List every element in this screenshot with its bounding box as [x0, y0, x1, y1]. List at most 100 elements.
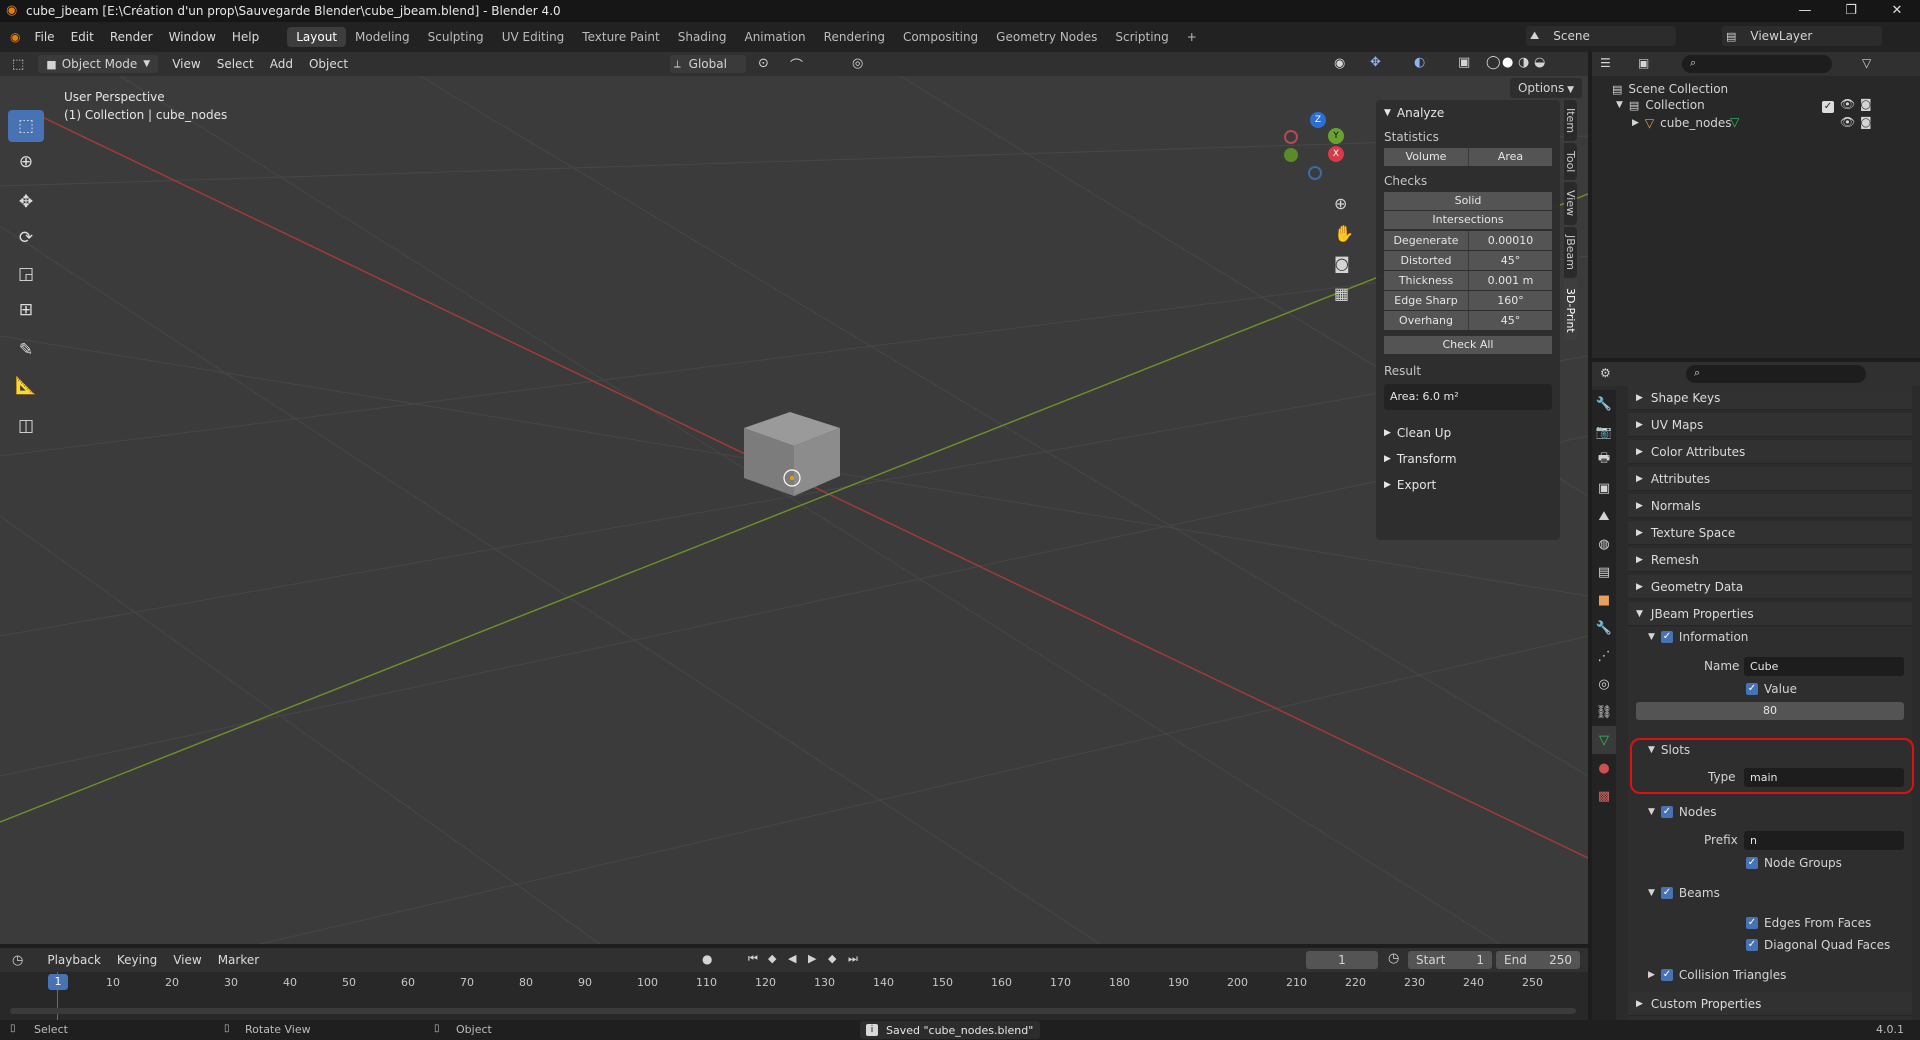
texture-space-panel[interactable]: ▶ Texture Space [1628, 521, 1912, 545]
menu-help[interactable]: Help [224, 30, 267, 44]
edge-sharp-row[interactable]: Edge Sharp 160° [1384, 291, 1552, 310]
beams-checkbox[interactable]: ✓ [1660, 887, 1673, 899]
workspace-tab-geometry-nodes[interactable]: Geometry Nodes [987, 27, 1106, 47]
clock-icon[interactable]: ◷ [1388, 951, 1399, 966]
outliner-editor-type-icon[interactable]: ☰ [1600, 56, 1611, 70]
beams-subpanel-header[interactable]: ▼ ✓ Beams [1648, 886, 1720, 900]
proportional-edit-icon[interactable]: ◎ [852, 56, 863, 71]
check-value[interactable]: 160° [1468, 291, 1552, 310]
workspace-tab-layout[interactable]: Layout [287, 27, 347, 47]
timeline-menu-marker[interactable]: Marker [210, 953, 267, 967]
color-attributes-panel[interactable]: ▶ Color Attributes [1628, 440, 1912, 464]
camera-icon[interactable]: ◙ [1860, 97, 1872, 111]
nodes-subpanel-header[interactable]: ▼ ✓ Nodes [1648, 805, 1717, 819]
scale-tool-icon[interactable]: ◲ [8, 258, 44, 290]
timeline-editor-type-icon[interactable]: ◷ [12, 953, 23, 968]
timeline-menu-keying[interactable]: Keying [109, 953, 165, 967]
options-dropdown[interactable]: Options ▼ [1510, 78, 1582, 98]
workspace-tab-animation[interactable]: Animation [735, 27, 814, 47]
camera-icon[interactable]: ◙ [1860, 115, 1872, 129]
visibility-icon[interactable]: ◉ [1334, 56, 1345, 71]
gizmo-z-axis[interactable]: Z [1310, 112, 1326, 128]
timeline-menu-playback[interactable]: Playback [39, 953, 109, 967]
viewport-menu-view[interactable]: View [164, 57, 208, 71]
sidebar-tab-item[interactable]: Item [1564, 100, 1577, 142]
check-label[interactable]: Thickness [1384, 271, 1468, 290]
attributes-panel[interactable]: ▶ Attributes [1628, 467, 1912, 491]
add-workspace-button[interactable]: + [1178, 27, 1206, 47]
normals-panel[interactable]: ▶ Normals [1628, 494, 1912, 518]
scene-tab-icon[interactable]: ⛰ [1592, 502, 1616, 530]
add-cube-tool-icon[interactable]: ◫ [8, 410, 44, 442]
chevron-right-icon[interactable]: ▶ [1632, 118, 1639, 128]
cursor-tool-icon[interactable]: ⊕ [8, 146, 44, 178]
remesh-panel[interactable]: ▶ Remesh [1628, 548, 1912, 572]
shape-keys-panel[interactable]: ▶ Shape Keys [1628, 386, 1912, 410]
editor-type-icon[interactable]: ⬚ [12, 57, 24, 72]
overhang-row[interactable]: Overhang 45° [1384, 311, 1552, 330]
move-tool-icon[interactable]: ✥ [8, 186, 44, 218]
pan-hand-icon[interactable]: ✋ [1334, 224, 1354, 243]
chevron-down-icon[interactable]: ▼ [1616, 100, 1623, 110]
record-icon[interactable]: ● [702, 952, 712, 966]
properties-search-input[interactable]: ⌕ [1686, 365, 1866, 383]
transform-section-header[interactable]: ▶ Transform [1376, 446, 1560, 472]
check-value[interactable]: 45° [1468, 251, 1552, 270]
viewport-menu-select[interactable]: Select [209, 57, 262, 71]
gizmo-x-axis[interactable]: X [1328, 146, 1344, 162]
select-box-tool-icon[interactable]: ⬚ [8, 110, 44, 142]
render-tab-icon[interactable]: 📷 [1592, 418, 1616, 446]
navigation-gizmo[interactable]: Z Y X [1284, 112, 1344, 180]
distorted-row[interactable]: Distorted 45° [1384, 251, 1552, 270]
workspace-tab-sculpting[interactable]: Sculpting [419, 27, 493, 47]
mode-dropdown[interactable]: ■ Object Mode ▼ [38, 55, 159, 73]
measure-tool-icon[interactable]: 📐 [8, 370, 44, 402]
edges-from-faces-checkbox[interactable]: ✓ [1746, 917, 1758, 929]
blender-menu-icon[interactable]: ◉ [10, 30, 20, 44]
value-checkbox-row[interactable]: ✓ Value [1746, 682, 1797, 696]
properties-editor-type-icon[interactable]: ⚙ [1600, 366, 1611, 380]
wireframe-shading-icon[interactable]: ◯ [1486, 55, 1501, 70]
gizmo-neg-x[interactable] [1284, 130, 1298, 144]
material-tab-icon[interactable]: ● [1592, 754, 1616, 782]
analyze-section-header[interactable]: ▼ Analyze [1376, 100, 1560, 126]
ortho-toggle-icon[interactable]: ▦ [1334, 284, 1349, 303]
object-row[interactable]: ▶ ▽ cube_nodes ▽ 👁 ◙ [1632, 115, 1916, 130]
start-frame-field[interactable]: Start 1 [1408, 951, 1492, 969]
sidebar-tab-view[interactable]: View [1564, 182, 1577, 225]
mesh-data-tab-icon[interactable]: ▽ [1592, 726, 1616, 754]
particles-tab-icon[interactable]: ⋰ [1592, 642, 1616, 670]
intersections-check-button[interactable]: Intersections [1384, 211, 1552, 229]
timeline-menu-view[interactable]: View [165, 953, 209, 967]
transform-tool-icon[interactable]: ⊞ [8, 294, 44, 326]
physics-tab-icon[interactable]: ◎ [1592, 670, 1616, 698]
node-groups-checkbox[interactable]: ✓ [1746, 857, 1758, 869]
zoom-icon[interactable]: ⊕ [1334, 194, 1347, 213]
information-checkbox[interactable]: ✓ [1660, 631, 1673, 643]
current-frame-field[interactable]: 1 [1306, 951, 1378, 969]
menu-edit[interactable]: Edit [63, 30, 102, 44]
overlay-toggle-icon[interactable]: ◐ [1414, 55, 1425, 70]
3d-viewport[interactable]: User Perspective (1) Collection | cube_n… [0, 76, 1588, 944]
diagonal-quad-faces-row[interactable]: ✓ Diagonal Quad Faces [1746, 938, 1890, 952]
world-tab-icon[interactable]: ◍ [1592, 530, 1616, 558]
mesh-data-icon[interactable]: ▽ [1730, 115, 1739, 129]
check-all-button[interactable]: Check All [1384, 336, 1552, 354]
filter-icon[interactable]: ▽ [1862, 56, 1871, 70]
minimize-button[interactable]: — [1782, 0, 1828, 22]
sidebar-tab-jbeam[interactable]: JBeam [1564, 226, 1577, 278]
viewport-menu-add[interactable]: Add [262, 57, 301, 71]
jump-end-icon[interactable]: ⏭ [848, 952, 858, 966]
check-value[interactable]: 0.001 m [1468, 271, 1552, 290]
eye-icon[interactable]: 👁 [1840, 115, 1855, 129]
view-layer-tab-icon[interactable]: ▣ [1592, 474, 1616, 502]
slots-subpanel-header[interactable]: ▼ Slots [1648, 743, 1690, 757]
menu-render[interactable]: Render [102, 30, 161, 44]
viewport-menu-object[interactable]: Object [301, 57, 356, 71]
transform-orientation-dropdown[interactable]: ⟂ Global [670, 55, 746, 73]
display-mode-icon[interactable]: ▣ [1638, 56, 1649, 70]
eye-icon[interactable]: 👁 [1840, 97, 1855, 111]
timeline-scrollbar[interactable] [10, 1008, 1576, 1014]
check-value[interactable]: 0.00010 [1468, 231, 1552, 250]
type-field[interactable]: main [1744, 768, 1904, 787]
